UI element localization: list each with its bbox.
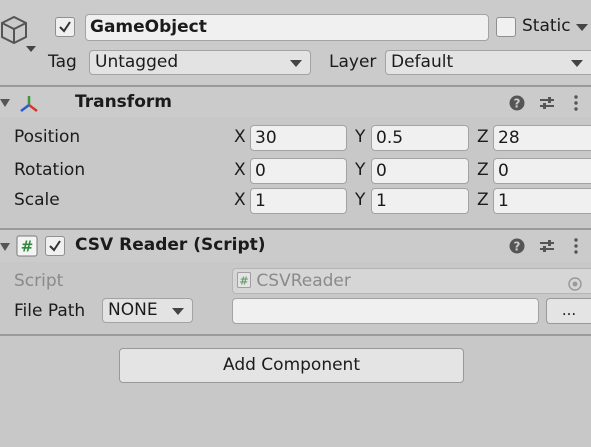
file-path-mode-dropdown[interactable]: NONE [102,298,193,323]
script-label: Script [14,271,64,291]
component-separator [0,334,591,336]
position-x-field[interactable]: 30 [250,125,347,151]
gameobject-name: GameObject [90,17,207,37]
scale-x-field[interactable]: 1 [250,188,347,214]
position-y-value: 0.5 [376,128,404,148]
help-icon[interactable]: ? [509,95,525,116]
layer-label: Layer [329,52,377,72]
rotation-z-field[interactable]: 0 [493,158,591,184]
rotation-z-value: 0 [498,161,509,181]
scale-x-value: 1 [255,191,266,211]
rotation-y-axis[interactable]: Y [355,160,365,180]
kebab-menu-icon[interactable] [573,238,579,259]
static-checkbox[interactable] [496,17,516,37]
add-component-label: Add Component [222,355,360,375]
script-icon: # [237,271,251,288]
position-x-axis[interactable]: X [234,127,246,147]
position-label: Position [14,127,81,147]
scale-label: Scale [14,190,60,210]
transform-header[interactable]: Transform ? [0,85,591,117]
scale-y-field[interactable]: 1 [371,188,469,214]
position-y-field[interactable]: 0.5 [371,125,469,151]
chevron-down-icon [571,60,583,67]
scale-z-field[interactable]: 1 [493,188,591,214]
tag-dropdown[interactable]: Untagged [89,50,311,75]
svg-text:#: # [21,238,34,256]
svg-text:?: ? [514,240,521,254]
rotation-label: Rotation [14,160,86,180]
layer-value: Default [391,52,454,72]
gameobject-name-field[interactable]: GameObject [85,14,489,41]
svg-text:?: ? [514,97,521,111]
file-path-input[interactable] [232,298,539,324]
file-path-mode-value: NONE [108,300,158,320]
foldout-arrow-icon[interactable] [0,243,10,251]
static-dropdown-arrow[interactable] [576,24,588,31]
scale-z-value: 1 [498,191,509,211]
chevron-down-icon[interactable] [26,46,36,52]
scale-y-axis[interactable]: Y [355,190,365,210]
csv-reader-enabled-checkbox[interactable] [45,236,65,256]
rotation-x-value: 0 [255,161,266,181]
position-z-value: 28 [498,128,520,148]
rotation-y-value: 0 [376,161,387,181]
transform-body: Position X 30 Y 0.5 Z 28 Rotation X 0 Y … [0,118,591,228]
foldout-arrow-icon[interactable] [0,99,10,107]
static-label: Static [522,16,571,36]
browse-label: ... [561,301,577,319]
rotation-x-axis[interactable]: X [234,160,246,180]
position-y-axis[interactable]: Y [355,127,365,147]
gameobject-header: GameObject Static Tag Untagged Layer Def… [0,0,591,84]
chevron-down-icon [290,60,302,67]
object-picker-icon [568,274,582,293]
kebab-menu-icon[interactable] [573,95,579,116]
layer-dropdown[interactable]: Default [385,50,591,75]
tag-value: Untagged [95,52,179,72]
script-icon: # [16,235,38,262]
rotation-x-field[interactable]: 0 [250,158,347,184]
csv-reader-body: Script # CSVReader File Path NONE ... [0,262,591,334]
scale-z-axis[interactable]: Z [477,190,489,210]
csv-reader-title: CSV Reader (Script) [75,235,266,255]
svg-text:#: # [239,275,248,288]
tag-label: Tag [48,52,77,72]
scale-x-axis[interactable]: X [234,190,246,210]
rotation-y-field[interactable]: 0 [371,158,469,184]
scale-y-value: 1 [376,191,387,211]
position-z-axis[interactable]: Z [477,127,489,147]
add-component-button[interactable]: Add Component [119,348,464,383]
script-value: CSVReader [256,271,351,291]
csv-reader-header[interactable]: # CSV Reader (Script) ? [0,228,591,262]
browse-button[interactable]: ... [546,298,591,324]
position-x-value: 30 [255,128,277,148]
script-object-field: # CSVReader [232,268,591,294]
presets-icon[interactable] [539,95,555,116]
active-checkbox[interactable] [55,17,75,37]
transform-icon [17,94,41,119]
cube-icon [0,14,28,51]
chevron-down-icon [172,308,184,315]
help-icon[interactable]: ? [509,238,525,259]
file-path-label: File Path [14,301,86,321]
presets-icon[interactable] [539,238,555,259]
position-z-field[interactable]: 28 [493,125,591,151]
rotation-z-axis[interactable]: Z [477,160,489,180]
transform-title: Transform [75,92,172,112]
